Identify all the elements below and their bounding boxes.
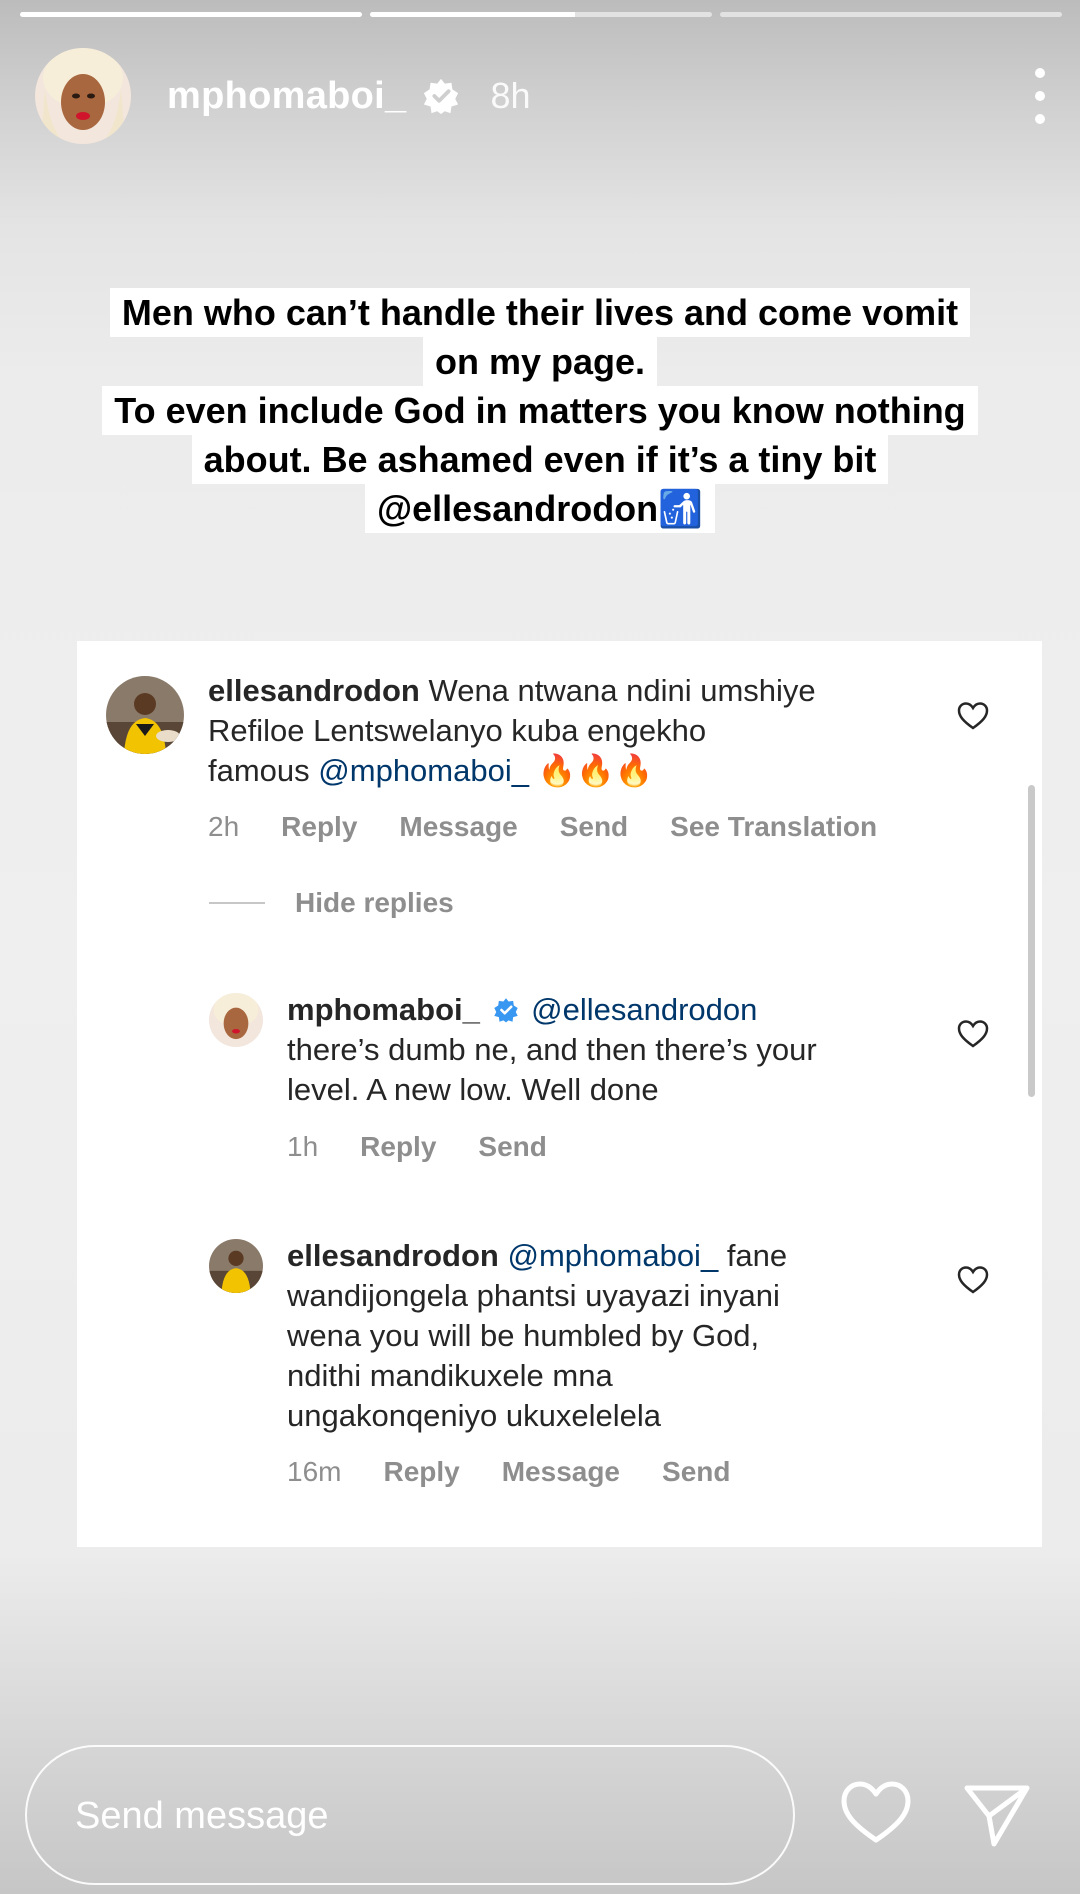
heart-icon[interactable]: [957, 701, 989, 731]
comment-time: 1h: [287, 1131, 319, 1162]
message-button[interactable]: Message: [502, 1456, 620, 1488]
caption-line: Men who can’t handle their lives and com…: [109, 288, 971, 337]
heart-icon[interactable]: [957, 1265, 989, 1295]
heart-icon[interactable]: [957, 1019, 989, 1049]
avatar[interactable]: [106, 676, 184, 754]
avatar[interactable]: [209, 1239, 263, 1293]
heart-icon[interactable]: [840, 1780, 912, 1846]
comment-mention[interactable]: @mphomaboi_: [318, 753, 529, 788]
verified-badge-icon: [424, 78, 459, 115]
avatar[interactable]: [35, 48, 131, 144]
avatar[interactable]: [209, 993, 263, 1047]
more-options-icon[interactable]: [1030, 68, 1050, 124]
reply-button[interactable]: Reply: [281, 811, 357, 843]
comment-meta: 16m Reply Message Send: [287, 1456, 772, 1488]
story-progress: [20, 12, 1062, 17]
comment-username[interactable]: ellesandrodon: [287, 1238, 499, 1273]
comment-time: 16m: [287, 1456, 342, 1487]
comment-screenshot: ellesandrodon Wena ntwana ndini umshiye …: [77, 641, 1042, 1547]
comment-mention[interactable]: @mphomaboi_: [508, 1238, 719, 1273]
comment-username[interactable]: ellesandrodon: [208, 673, 420, 708]
send-message-input[interactable]: [73, 1747, 757, 1885]
comment-text: ellesandrodon Wena ntwana ndini umshiye …: [208, 673, 816, 788]
see-translation-button[interactable]: See Translation: [670, 811, 877, 843]
caption-line: To even include God in matters you know …: [102, 386, 978, 435]
story-time: 8h: [490, 75, 531, 116]
reply-text: ellesandrodon @mphomaboi_ fane wandijong…: [287, 1238, 788, 1433]
story-header: mphomaboi_ 8h: [35, 46, 1050, 146]
comment-username[interactable]: mphomaboi_: [287, 992, 480, 1027]
story-username[interactable]: mphomaboi_: [167, 75, 406, 118]
reply-button[interactable]: Reply: [383, 1456, 459, 1488]
caption-line: about. Be ashamed even if it’s a tiny bi…: [191, 435, 889, 484]
comment-meta: 2h Reply Message Send See Translation: [208, 811, 919, 843]
reply-button[interactable]: Reply: [360, 1131, 436, 1163]
hide-replies-button[interactable]: Hide replies: [209, 887, 454, 919]
send-button[interactable]: Send: [662, 1456, 730, 1488]
caption-line: on my page.: [422, 337, 658, 386]
comment-mention[interactable]: @ellesandrodon: [531, 992, 757, 1027]
story-caption: Men who can’t handle their lives and com…: [0, 288, 1080, 533]
reply-text: mphomaboi_ @ellesandrodon there’s dumb n…: [287, 992, 817, 1107]
caption-mention[interactable]: @ellesandrodon🚮: [365, 484, 715, 533]
progress-segment-active: [370, 12, 712, 17]
send-message-bar: [25, 1745, 795, 1885]
send-button[interactable]: Send: [478, 1131, 546, 1163]
comment-meta: 1h Reply Send: [287, 1131, 589, 1163]
send-button[interactable]: Send: [560, 811, 628, 843]
progress-segment: [20, 12, 362, 17]
send-icon[interactable]: [962, 1780, 1032, 1850]
message-button[interactable]: Message: [399, 811, 517, 843]
scrollbar: [1028, 785, 1035, 1097]
verified-badge-icon: [493, 998, 518, 1023]
progress-segment: [720, 12, 1062, 17]
comment-time: 2h: [208, 811, 240, 842]
